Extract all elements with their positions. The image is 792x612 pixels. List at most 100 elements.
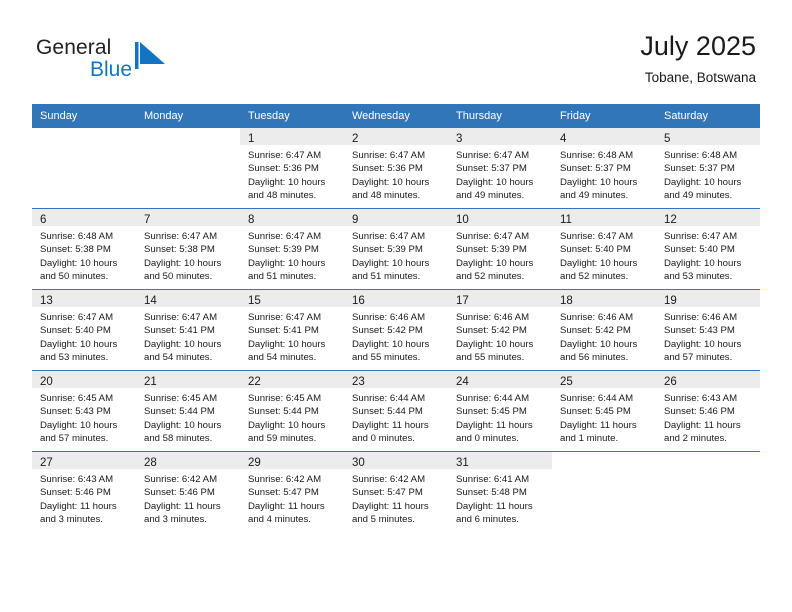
- calendar-day-cell[interactable]: 22 Sunrise: 6:45 AM Sunset: 5:44 PM Dayligh…: [240, 370, 344, 452]
- sunset-text: Sunset: 5:40 PM: [664, 244, 735, 256]
- calendar-day-cell[interactable]: 14 Sunrise: 6:47 AM Sunset: 5:41 PM Dayligh…: [136, 289, 240, 371]
- calendar-day-cell[interactable]: 4 Sunrise: 6:48 AM Sunset: 5:37 PM Daylight…: [552, 128, 656, 209]
- daylight-text-line2: and 54 minutes.: [248, 352, 317, 364]
- day-content: 22 Sunrise: 6:45 AM Sunset: 5:44 PM Dayligh…: [240, 371, 344, 451]
- calendar-day-cell[interactable]: 2 Sunrise: 6:47 AM Sunset: 5:36 PM Daylight…: [344, 128, 448, 209]
- day-details: [136, 145, 240, 149]
- sunset-text: Sunset: 5:37 PM: [560, 163, 631, 175]
- brand-logo[interactable]: General Blue: [36, 36, 236, 88]
- calendar-day-cell[interactable]: 7 Sunrise: 6:47 AM Sunset: 5:38 PM Daylight…: [136, 208, 240, 290]
- day-number: 3: [456, 133, 463, 145]
- day-details: [552, 469, 656, 473]
- calendar-header-row: Sunday Monday Tuesday Wednesday Thursday…: [32, 104, 760, 128]
- calendar-day-cell[interactable]: 26 Sunrise: 6:43 AM Sunset: 5:46 PM Dayligh…: [656, 370, 760, 452]
- daylight-text-line1: Daylight: 10 hours: [560, 257, 638, 269]
- calendar-day-cell[interactable]: 15 Sunrise: 6:47 AM Sunset: 5:41 PM Dayligh…: [240, 289, 344, 371]
- calendar-day-cell[interactable]: [656, 451, 760, 532]
- daylight-text-line1: Daylight: 10 hours: [144, 257, 222, 269]
- day-content: 11 Sunrise: 6:47 AM Sunset: 5:40 PM Dayligh…: [552, 209, 656, 289]
- weekday-header-wednesday: Wednesday: [344, 104, 448, 128]
- weekday-header-tuesday: Tuesday: [240, 104, 344, 128]
- sunrise-text: Sunrise: 6:47 AM: [352, 231, 426, 242]
- daylight-text-line1: Daylight: 11 hours: [456, 500, 533, 512]
- day-number-band: 13: [32, 290, 136, 307]
- calendar-day-cell[interactable]: 10 Sunrise: 6:47 AM Sunset: 5:39 PM Dayligh…: [448, 208, 552, 290]
- day-number-band: [136, 128, 240, 145]
- day-content: 31 Sunrise: 6:41 AM Sunset: 5:48 PM Dayligh…: [448, 452, 552, 532]
- calendar-day-cell[interactable]: 1 Sunrise: 6:47 AM Sunset: 5:36 PM Daylight…: [240, 128, 344, 209]
- daylight-text-line1: Daylight: 10 hours: [248, 338, 326, 350]
- daylight-text-line2: and 50 minutes.: [144, 271, 213, 283]
- calendar-day-cell[interactable]: [32, 128, 136, 209]
- daylight-text-line1: Daylight: 10 hours: [248, 419, 326, 431]
- day-content: 29 Sunrise: 6:42 AM Sunset: 5:47 PM Dayligh…: [240, 452, 344, 532]
- day-content: 1 Sunrise: 6:47 AM Sunset: 5:36 PM Daylight…: [240, 128, 344, 208]
- calendar-day-cell[interactable]: [552, 451, 656, 532]
- daylight-text-line1: Daylight: 10 hours: [560, 338, 638, 350]
- day-number: 26: [664, 376, 677, 388]
- calendar-day-cell[interactable]: 29 Sunrise: 6:42 AM Sunset: 5:47 PM Dayligh…: [240, 451, 344, 532]
- day-number-band: 1: [240, 128, 344, 145]
- calendar-day-cell[interactable]: 18 Sunrise: 6:46 AM Sunset: 5:42 PM Dayligh…: [552, 289, 656, 371]
- day-details: Sunrise: 6:42 AM Sunset: 5:47 PM Daylight:…: [344, 469, 448, 527]
- sunrise-text: Sunrise: 6:47 AM: [456, 150, 530, 161]
- calendar-day-cell[interactable]: 23 Sunrise: 6:44 AM Sunset: 5:44 PM Dayligh…: [344, 370, 448, 452]
- daylight-text-line2: and 3 minutes.: [40, 514, 103, 526]
- day-details: Sunrise: 6:47 AM Sunset: 5:37 PM Daylight:…: [448, 145, 552, 203]
- calendar-day-cell[interactable]: 30 Sunrise: 6:42 AM Sunset: 5:47 PM Dayligh…: [344, 451, 448, 532]
- sunrise-text: Sunrise: 6:47 AM: [560, 231, 634, 242]
- calendar-day-cell[interactable]: 3 Sunrise: 6:47 AM Sunset: 5:37 PM Daylight…: [448, 128, 552, 209]
- day-number-band: 31: [448, 452, 552, 469]
- sunrise-text: Sunrise: 6:47 AM: [248, 312, 322, 323]
- calendar-day-cell[interactable]: 9 Sunrise: 6:47 AM Sunset: 5:39 PM Daylight…: [344, 208, 448, 290]
- calendar-day-cell[interactable]: 28 Sunrise: 6:42 AM Sunset: 5:46 PM Dayligh…: [136, 451, 240, 532]
- daylight-text-line2: and 48 minutes.: [352, 190, 421, 202]
- day-content: 3 Sunrise: 6:47 AM Sunset: 5:37 PM Daylight…: [448, 128, 552, 208]
- calendar-day-cell[interactable]: 20 Sunrise: 6:45 AM Sunset: 5:43 PM Dayligh…: [32, 370, 136, 452]
- calendar-day-cell[interactable]: 21 Sunrise: 6:45 AM Sunset: 5:44 PM Dayligh…: [136, 370, 240, 452]
- sunrise-text: Sunrise: 6:47 AM: [40, 312, 114, 323]
- day-content: 14 Sunrise: 6:47 AM Sunset: 5:41 PM Dayligh…: [136, 290, 240, 370]
- calendar-day-cell[interactable]: 31 Sunrise: 6:41 AM Sunset: 5:48 PM Dayligh…: [448, 451, 552, 532]
- day-number: 19: [664, 295, 677, 307]
- day-number-band: 7: [136, 209, 240, 226]
- day-details: Sunrise: 6:46 AM Sunset: 5:43 PM Daylight:…: [656, 307, 760, 365]
- sunrise-text: Sunrise: 6:42 AM: [248, 474, 322, 485]
- day-number-band: 21: [136, 371, 240, 388]
- calendar-day-cell[interactable]: 6 Sunrise: 6:48 AM Sunset: 5:38 PM Daylight…: [32, 208, 136, 290]
- day-number: 11: [560, 214, 572, 226]
- calendar-day-cell[interactable]: 16 Sunrise: 6:46 AM Sunset: 5:42 PM Dayligh…: [344, 289, 448, 371]
- calendar-day-cell[interactable]: 19 Sunrise: 6:46 AM Sunset: 5:43 PM Dayligh…: [656, 289, 760, 371]
- calendar-table: Sunday Monday Tuesday Wednesday Thursday…: [32, 104, 760, 532]
- calendar-day-cell[interactable]: 17 Sunrise: 6:46 AM Sunset: 5:42 PM Dayligh…: [448, 289, 552, 371]
- daylight-text-line2: and 52 minutes.: [456, 271, 525, 283]
- calendar-day-cell[interactable]: 11 Sunrise: 6:47 AM Sunset: 5:40 PM Dayligh…: [552, 208, 656, 290]
- sunrise-text: Sunrise: 6:46 AM: [456, 312, 530, 323]
- weekday-header-sunday: Sunday: [32, 104, 136, 128]
- calendar-day-cell[interactable]: 25 Sunrise: 6:44 AM Sunset: 5:45 PM Dayligh…: [552, 370, 656, 452]
- daylight-text-line1: Daylight: 11 hours: [40, 500, 117, 512]
- day-number-band: 26: [656, 371, 760, 388]
- day-number: 24: [456, 376, 469, 388]
- day-details: Sunrise: 6:46 AM Sunset: 5:42 PM Daylight:…: [552, 307, 656, 365]
- calendar-day-cell[interactable]: [136, 128, 240, 209]
- sunset-text: Sunset: 5:38 PM: [144, 244, 215, 256]
- day-number-band: 17: [448, 290, 552, 307]
- day-content: 15 Sunrise: 6:47 AM Sunset: 5:41 PM Dayligh…: [240, 290, 344, 370]
- calendar-day-cell[interactable]: 8 Sunrise: 6:47 AM Sunset: 5:39 PM Daylight…: [240, 208, 344, 290]
- calendar-day-cell[interactable]: 12 Sunrise: 6:47 AM Sunset: 5:40 PM Dayligh…: [656, 208, 760, 290]
- daylight-text-line2: and 59 minutes.: [248, 433, 317, 445]
- daylight-text-line2: and 56 minutes.: [560, 352, 629, 364]
- page-header: General Blue July 2025 Tobane, Botswana: [0, 0, 792, 103]
- calendar-day-cell[interactable]: 24 Sunrise: 6:44 AM Sunset: 5:45 PM Dayligh…: [448, 370, 552, 452]
- day-number: 18: [560, 295, 573, 307]
- calendar-day-cell[interactable]: 27 Sunrise: 6:43 AM Sunset: 5:46 PM Dayligh…: [32, 451, 136, 532]
- sunset-text: Sunset: 5:39 PM: [456, 244, 527, 256]
- day-details: Sunrise: 6:46 AM Sunset: 5:42 PM Daylight:…: [448, 307, 552, 365]
- calendar-day-cell[interactable]: 5 Sunrise: 6:48 AM Sunset: 5:37 PM Daylight…: [656, 128, 760, 209]
- day-details: Sunrise: 6:44 AM Sunset: 5:44 PM Daylight:…: [344, 388, 448, 446]
- daylight-text-line2: and 55 minutes.: [352, 352, 421, 364]
- calendar-day-cell[interactable]: 13 Sunrise: 6:47 AM Sunset: 5:40 PM Dayligh…: [32, 289, 136, 371]
- day-content: 13 Sunrise: 6:47 AM Sunset: 5:40 PM Dayligh…: [32, 290, 136, 370]
- daylight-text-line1: Daylight: 11 hours: [144, 500, 221, 512]
